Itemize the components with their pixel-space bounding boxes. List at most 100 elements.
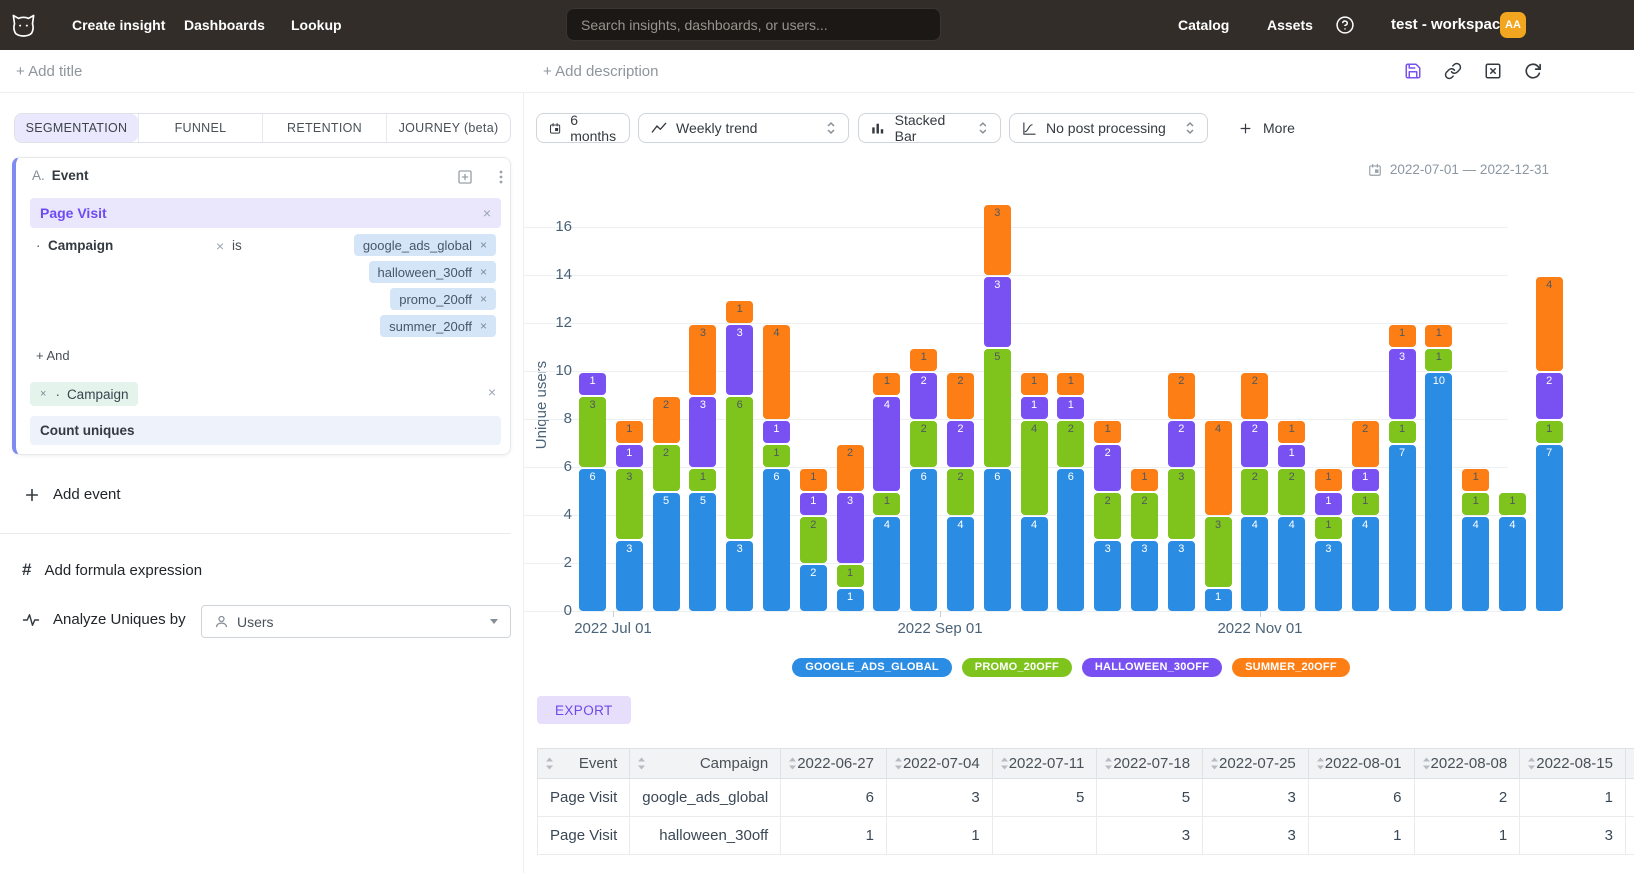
more-button[interactable]: More <box>1229 113 1305 143</box>
bar-segment-halloween_30off[interactable]: 1 <box>1278 445 1305 467</box>
filter-operator[interactable]: is <box>232 238 242 253</box>
legend-pill-summer_20off[interactable]: SUMMER_20OFF <box>1232 658 1350 677</box>
bar-segment-summer_20off[interactable]: 2 <box>653 397 680 443</box>
column-header-2022-08-08[interactable]: 2022-08-08 <box>1414 749 1520 779</box>
bar-segment-google_ads_global[interactable]: 4 <box>1021 517 1048 611</box>
bar-segment-google_ads_global[interactable]: 3 <box>616 541 643 611</box>
add-event-button[interactable]: Add event <box>24 486 121 503</box>
bar-segment-promo_20off[interactable]: 1 <box>1315 517 1342 539</box>
bar-segment-promo_20off[interactable]: 5 <box>984 349 1011 467</box>
column-header-2022-08-01[interactable]: 2022-08-01 <box>1308 749 1414 779</box>
bar-segment-google_ads_global[interactable]: 1 <box>1205 589 1232 611</box>
bar-segment-promo_20off[interactable]: 1 <box>1462 493 1489 515</box>
bar-segment-halloween_30off[interactable]: 3 <box>837 493 864 563</box>
copy-link-icon[interactable] <box>1444 62 1462 80</box>
time-window-button[interactable]: 6 months <box>536 113 630 143</box>
bar-segment-google_ads_global[interactable]: 6 <box>984 469 1011 611</box>
bar-segment-promo_20off[interactable]: 2 <box>1278 469 1305 515</box>
workspace-name[interactable]: test - workspace <box>1391 0 1509 50</box>
column-header-2022-07-04[interactable]: 2022-07-04 <box>886 749 992 779</box>
aggregation-row[interactable]: Count uniques <box>30 416 501 445</box>
bar-segment-google_ads_global[interactable]: 4 <box>1241 517 1268 611</box>
bar-segment-promo_20off[interactable]: 1 <box>837 565 864 587</box>
remove-chip-icon[interactable]: × <box>480 292 487 306</box>
bar-segment-summer_20off[interactable]: 1 <box>910 349 937 371</box>
bar-segment-halloween_30off[interactable]: 1 <box>763 421 790 443</box>
bar-segment-halloween_30off[interactable]: 1 <box>1315 493 1342 515</box>
bar-segment-summer_20off[interactable]: 1 <box>873 373 900 395</box>
nav-dashboards[interactable]: Dashboards <box>184 0 265 50</box>
bar-segment-summer_20off[interactable]: 4 <box>1205 421 1232 515</box>
bar-segment-halloween_30off[interactable]: 3 <box>726 325 753 395</box>
event-menu-icon[interactable] <box>494 168 508 191</box>
add-filter-icon[interactable] <box>456 168 474 191</box>
bar-segment-summer_20off[interactable]: 1 <box>800 469 827 491</box>
filter-value-chip[interactable]: promo_20off× <box>390 288 496 310</box>
column-header-2022-08-22[interactable]: 2022-08-22 <box>1625 749 1634 779</box>
filter-value-chip[interactable]: halloween_30off× <box>369 261 496 283</box>
bar-segment-promo_20off[interactable]: 4 <box>1021 421 1048 515</box>
bar-segment-summer_20off[interactable]: 3 <box>689 325 716 395</box>
bar-segment-promo_20off[interactable]: 2 <box>1094 493 1121 539</box>
search-input[interactable] <box>566 8 941 41</box>
filter-value-chip[interactable]: summer_20off× <box>380 315 496 337</box>
remove-filter-icon[interactable]: × <box>216 238 224 254</box>
bar-segment-promo_20off[interactable]: 2 <box>1057 421 1084 467</box>
bar-segment-halloween_30off[interactable]: 3 <box>984 277 1011 347</box>
bar-segment-google_ads_global[interactable]: 7 <box>1536 445 1563 611</box>
tab-journey-beta-[interactable]: JOURNEY (beta) <box>386 114 510 142</box>
bar-segment-halloween_30off[interactable]: 3 <box>1389 349 1416 419</box>
bar-segment-google_ads_global[interactable]: 4 <box>1278 517 1305 611</box>
bar-segment-halloween_30off[interactable]: 1 <box>1352 469 1379 491</box>
bar-segment-halloween_30off[interactable]: 2 <box>1536 373 1563 419</box>
bar-segment-google_ads_global[interactable]: 6 <box>579 469 606 611</box>
bar-segment-halloween_30off[interactable]: 4 <box>873 397 900 491</box>
add-and-condition[interactable]: + And <box>36 348 70 363</box>
nav-lookup[interactable]: Lookup <box>291 0 342 50</box>
add-title-field[interactable]: + Add title <box>16 63 82 80</box>
nav-assets[interactable]: Assets <box>1267 0 1313 50</box>
bar-segment-promo_20off[interactable]: 2 <box>910 421 937 467</box>
bar-segment-promo_20off[interactable]: 2 <box>1241 469 1268 515</box>
bar-segment-summer_20off[interactable]: 4 <box>763 325 790 419</box>
bar-segment-google_ads_global[interactable]: 3 <box>1315 541 1342 611</box>
analyze-by-select[interactable]: Users <box>201 605 511 638</box>
bar-segment-promo_20off[interactable]: 6 <box>726 397 753 539</box>
bar-segment-google_ads_global[interactable]: 10 <box>1425 373 1452 611</box>
bar-segment-promo_20off[interactable]: 1 <box>1425 349 1452 371</box>
column-header-2022-06-27[interactable]: 2022-06-27 <box>781 749 887 779</box>
bar-segment-halloween_30off[interactable]: 3 <box>689 397 716 467</box>
export-button[interactable]: EXPORT <box>537 696 631 724</box>
bar-segment-promo_20off[interactable]: 2 <box>1131 493 1158 539</box>
column-header-2022-07-25[interactable]: 2022-07-25 <box>1203 749 1309 779</box>
bar-segment-promo_20off[interactable]: 3 <box>1205 517 1232 587</box>
bar-segment-summer_20off[interactable]: 1 <box>1131 469 1158 491</box>
bar-segment-google_ads_global[interactable]: 5 <box>653 493 680 611</box>
bar-segment-promo_20off[interactable]: 3 <box>616 469 643 539</box>
bar-segment-summer_20off[interactable]: 1 <box>616 421 643 443</box>
column-header-event[interactable]: Event <box>538 749 630 779</box>
bar-segment-summer_20off[interactable]: 1 <box>1021 373 1048 395</box>
bar-segment-promo_20off[interactable]: 3 <box>1168 469 1195 539</box>
bar-segment-summer_20off[interactable]: 2 <box>1168 373 1195 419</box>
bar-segment-google_ads_global[interactable]: 3 <box>1131 541 1158 611</box>
legend-pill-halloween_30off[interactable]: HALLOWEEN_30OFF <box>1082 658 1222 677</box>
bar-segment-summer_20off[interactable]: 1 <box>1462 469 1489 491</box>
bar-segment-google_ads_global[interactable]: 3 <box>726 541 753 611</box>
bar-segment-google_ads_global[interactable]: 2 <box>800 565 827 611</box>
bar-segment-google_ads_global[interactable]: 4 <box>873 517 900 611</box>
bar-segment-google_ads_global[interactable]: 3 <box>1094 541 1121 611</box>
bar-segment-google_ads_global[interactable]: 4 <box>1462 517 1489 611</box>
bar-segment-summer_20off[interactable]: 1 <box>726 301 753 323</box>
tab-funnel[interactable]: FUNNEL <box>138 114 262 142</box>
bar-segment-promo_20off[interactable]: 1 <box>1499 493 1526 515</box>
remove-breakdown-icon[interactable]: × <box>40 388 46 400</box>
trend-select[interactable]: Weekly trend <box>638 113 849 143</box>
column-header-2022-08-15[interactable]: 2022-08-15 <box>1520 749 1626 779</box>
bar-segment-summer_20off[interactable]: 1 <box>1389 325 1416 347</box>
bar-segment-promo_20off[interactable]: 1 <box>873 493 900 515</box>
bar-segment-promo_20off[interactable]: 1 <box>763 445 790 467</box>
bar-segment-halloween_30off[interactable]: 1 <box>579 373 606 395</box>
save-icon[interactable] <box>1404 62 1422 80</box>
filter-value-chip[interactable]: google_ads_global× <box>354 234 496 256</box>
